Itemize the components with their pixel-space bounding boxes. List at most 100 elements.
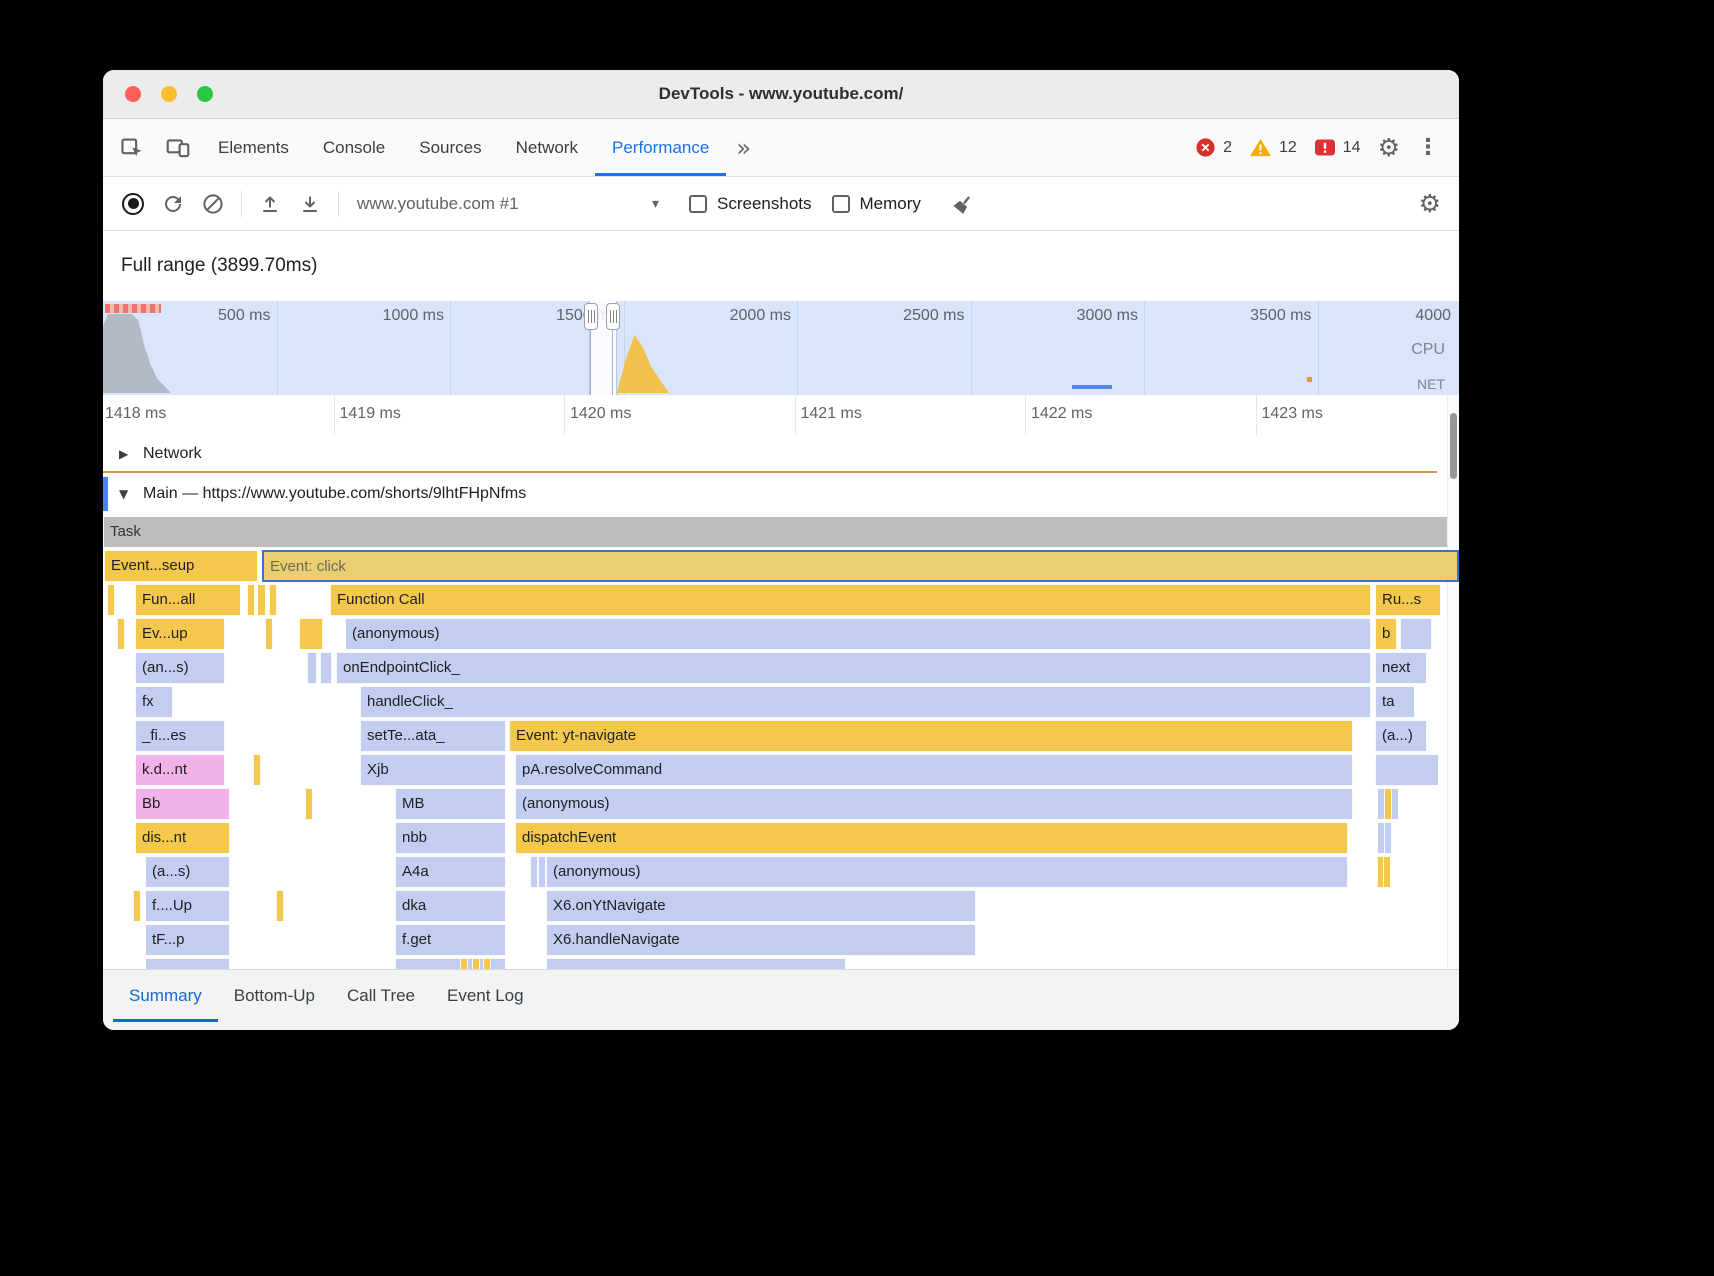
timeline-overview[interactable]: 500 ms1000 ms1500 ms2000 ms2500 ms3000 m…: [103, 301, 1459, 396]
flame-bar[interactable]: f....Up: [145, 890, 230, 922]
more-tabs-button[interactable]: »: [726, 119, 761, 176]
flame-bar[interactable]: Fun...all: [135, 584, 241, 616]
flame-bar[interactable]: Event...seup: [104, 550, 258, 582]
issues-icon[interactable]: [1314, 138, 1336, 158]
flame-bar[interactable]: [1400, 618, 1432, 650]
flame-bar[interactable]: [538, 856, 546, 888]
bottom-tab-bottom-up[interactable]: Bottom-Up: [218, 970, 331, 1022]
flame-bar[interactable]: Task: [103, 516, 1448, 548]
flame-bar[interactable]: [472, 958, 480, 969]
flame-bar[interactable]: _fi...es: [135, 720, 225, 752]
flame-bar[interactable]: [1375, 754, 1439, 786]
menu-dots-icon[interactable]: ⋮: [1407, 135, 1449, 160]
flame-bar[interactable]: [530, 856, 538, 888]
expand-triangle-icon[interactable]: ▼: [119, 487, 143, 501]
flame-bar[interactable]: onEndpointClick_: [336, 652, 1371, 684]
device-toolbar-button[interactable]: [155, 119, 201, 176]
zoom-button[interactable]: [197, 86, 213, 102]
flame-bar[interactable]: [117, 618, 125, 650]
bottom-tab-event-log[interactable]: Event Log: [431, 970, 540, 1022]
flame-bar[interactable]: Bb: [135, 788, 230, 820]
flame-bar[interactable]: (anonymous): [515, 788, 1353, 820]
save-profile-button[interactable]: [290, 184, 330, 224]
flame-bar[interactable]: (a...): [1375, 720, 1427, 752]
scrollbar-thumb[interactable]: [1450, 413, 1457, 479]
flame-bar[interactable]: [269, 584, 277, 616]
flame-bar[interactable]: dispatchEvent: [515, 822, 1348, 854]
flame-bar[interactable]: [247, 584, 255, 616]
profile-history-select[interactable]: www.youtube.com #1 ▾: [347, 194, 669, 214]
flame-bar[interactable]: handleClick_: [360, 686, 1371, 718]
flame-bar[interactable]: [483, 958, 491, 969]
reload-and-record-button[interactable]: [153, 184, 193, 224]
flame-bar[interactable]: (a...s): [145, 856, 230, 888]
vertical-scrollbar[interactable]: [1447, 395, 1459, 969]
flame-bar[interactable]: MB: [395, 788, 506, 820]
flame-bar[interactable]: nbb: [395, 822, 506, 854]
error-icon[interactable]: [1195, 137, 1216, 158]
screenshots-checkbox[interactable]: [689, 195, 707, 213]
flame-bar[interactable]: [460, 958, 468, 969]
collect-garbage-button[interactable]: [943, 184, 983, 224]
flame-bar[interactable]: (an...s): [135, 652, 225, 684]
flame-bar[interactable]: X6.handleNavigate: [546, 924, 976, 956]
flame-bar[interactable]: [299, 618, 323, 650]
flame-bar[interactable]: ta: [1375, 686, 1415, 718]
flame-bar[interactable]: [265, 618, 273, 650]
flame-bar[interactable]: pA.resolveCommand: [515, 754, 1353, 786]
flame-bar[interactable]: (anonymous): [345, 618, 1371, 650]
tab-performance[interactable]: Performance: [595, 119, 726, 176]
flame-bar[interactable]: fx: [135, 686, 173, 718]
warning-icon[interactable]: [1249, 137, 1272, 158]
flame-bar[interactable]: [1383, 856, 1391, 888]
flame-bar[interactable]: [1384, 822, 1392, 854]
overview-handle-right[interactable]: [606, 303, 620, 330]
flame-bar[interactable]: Ru...s: [1375, 584, 1441, 616]
flame-bar[interactable]: [307, 652, 317, 684]
memory-checkbox[interactable]: [832, 195, 850, 213]
flame-bar[interactable]: (anonymous): [546, 856, 1348, 888]
load-profile-button[interactable]: [250, 184, 290, 224]
flame-bar[interactable]: [253, 754, 261, 786]
bottom-tab-summary[interactable]: Summary: [113, 970, 218, 1022]
flame-bar[interactable]: [320, 652, 332, 684]
flame-bar[interactable]: dis...nt: [135, 822, 230, 854]
tab-network[interactable]: Network: [499, 119, 595, 176]
capture-settings-gear-icon[interactable]: ⚙: [1419, 189, 1441, 218]
flame-chart[interactable]: TaskEvent...seupEvent: click Fun...all Fun…: [103, 515, 1459, 969]
flame-bar[interactable]: k.d...nt: [135, 754, 225, 786]
flame-bar[interactable]: X6.onYtNavigate: [546, 890, 976, 922]
track-main[interactable]: ▼ Main — https://www.youtube.com/shorts/…: [103, 473, 1448, 515]
flame-bar[interactable]: Function Call: [330, 584, 1371, 616]
memory-toggle[interactable]: Memory: [832, 194, 921, 214]
flame-bar[interactable]: [257, 584, 266, 616]
clear-button[interactable]: [193, 184, 233, 224]
collapse-triangle-icon[interactable]: ▶: [119, 447, 143, 461]
tab-sources[interactable]: Sources: [402, 119, 498, 176]
flame-bar[interactable]: Event: yt-navigate: [509, 720, 1353, 752]
flame-bar[interactable]: [546, 958, 846, 969]
flame-bar[interactable]: [133, 890, 141, 922]
settings-gear-icon[interactable]: ⚙: [1378, 133, 1400, 162]
bottom-tab-call-tree[interactable]: Call Tree: [331, 970, 431, 1022]
inspect-element-button[interactable]: [109, 119, 155, 176]
flame-bar[interactable]: setTe...ata_: [360, 720, 506, 752]
flame-bar[interactable]: b: [1375, 618, 1397, 650]
flame-bar[interactable]: [1391, 788, 1399, 820]
record-button[interactable]: [113, 184, 153, 224]
track-network[interactable]: ▶ Network: [103, 435, 1448, 473]
flame-bar[interactable]: [276, 890, 284, 922]
close-button[interactable]: [125, 86, 141, 102]
minimize-button[interactable]: [161, 86, 177, 102]
flame-bar[interactable]: [107, 584, 115, 616]
tab-elements[interactable]: Elements: [201, 119, 306, 176]
flame-bar[interactable]: [145, 958, 230, 969]
flame-bar-selected[interactable]: Event: click: [262, 550, 1459, 582]
flame-bar[interactable]: A4a: [395, 856, 506, 888]
flame-bar[interactable]: next: [1375, 652, 1427, 684]
flame-bar[interactable]: f.get: [395, 924, 506, 956]
flame-bar[interactable]: tF...p: [145, 924, 230, 956]
flame-bar[interactable]: Ev...up: [135, 618, 225, 650]
flame-bar[interactable]: [305, 788, 313, 820]
tab-console[interactable]: Console: [306, 119, 402, 176]
